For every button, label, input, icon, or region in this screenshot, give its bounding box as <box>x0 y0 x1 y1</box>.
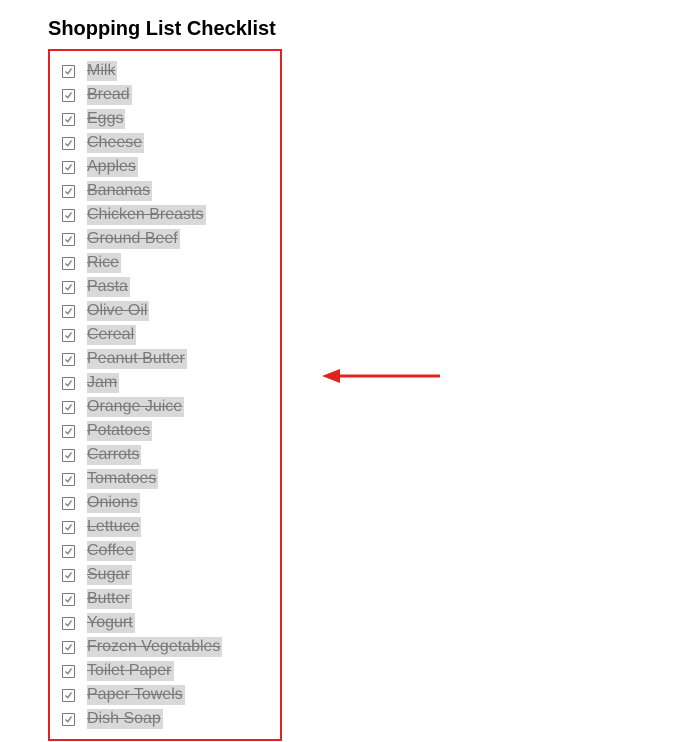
checkbox[interactable] <box>62 185 75 198</box>
checkbox[interactable] <box>62 329 75 342</box>
checkbox[interactable] <box>62 593 75 606</box>
page-title: Shopping List Checklist <box>48 18 686 41</box>
list-item: Pasta <box>62 275 262 299</box>
list-item-label: Cereal <box>87 325 136 345</box>
list-item: Cheese <box>62 131 262 155</box>
list-item: Dish Soap <box>62 707 262 731</box>
list-item: Olive Oil <box>62 299 262 323</box>
checkbox[interactable] <box>62 137 75 150</box>
list-item-label: Chicken Breasts <box>87 205 206 225</box>
checkbox[interactable] <box>62 353 75 366</box>
checkbox[interactable] <box>62 665 75 678</box>
checkbox[interactable] <box>62 377 75 390</box>
checkbox[interactable] <box>62 689 75 702</box>
list-item-label: Sugar <box>87 565 132 585</box>
list-item: Onions <box>62 491 262 515</box>
list-item-label: Carrots <box>87 445 141 465</box>
list-item-label: Toilet Paper <box>87 661 174 681</box>
checkbox[interactable] <box>62 569 75 582</box>
list-item-label: Lettuce <box>87 517 141 537</box>
list-item-label: Rice <box>87 253 121 273</box>
checkbox[interactable] <box>62 401 75 414</box>
checklist-container: Milk Bread Eggs Cheese Apples Bananas Chicken … <box>48 49 282 741</box>
checkbox[interactable] <box>62 425 75 438</box>
list-item: Lettuce <box>62 515 262 539</box>
list-item: Jam <box>62 371 262 395</box>
list-item-label: Bananas <box>87 181 152 201</box>
list-item: Potatoes <box>62 419 262 443</box>
list-item: Paper Towels <box>62 683 262 707</box>
list-item: Peanut Butter <box>62 347 262 371</box>
list-item-label: Bread <box>87 85 132 105</box>
list-item-label: Ground Beef <box>87 229 180 249</box>
list-item-label: Olive Oil <box>87 301 149 321</box>
list-item-label: Coffee <box>87 541 136 561</box>
list-item-label: Butter <box>87 589 132 609</box>
list-item-label: Eggs <box>87 109 125 129</box>
checkbox[interactable] <box>62 281 75 294</box>
list-item-label: Paper Towels <box>87 685 185 705</box>
checkbox[interactable] <box>62 65 75 78</box>
list-item-label: Potatoes <box>87 421 152 441</box>
list-item: Milk <box>62 59 262 83</box>
list-item: Ground Beef <box>62 227 262 251</box>
list-item: Coffee <box>62 539 262 563</box>
list-item: Sugar <box>62 563 262 587</box>
checkbox[interactable] <box>62 257 75 270</box>
list-item: Rice <box>62 251 262 275</box>
annotation-arrow <box>322 366 440 386</box>
checkbox[interactable] <box>62 713 75 726</box>
list-item-label: Frozen Vegetables <box>87 637 222 657</box>
checkbox[interactable] <box>62 521 75 534</box>
list-item: Butter <box>62 587 262 611</box>
list-item-label: Orange Juice <box>87 397 184 417</box>
list-item-label: Apples <box>87 157 138 177</box>
list-item-label: Pasta <box>87 277 130 297</box>
list-item: Chicken Breasts <box>62 203 262 227</box>
checkbox[interactable] <box>62 545 75 558</box>
list-item: Tomatoes <box>62 467 262 491</box>
checkbox[interactable] <box>62 449 75 462</box>
list-item: Frozen Vegetables <box>62 635 262 659</box>
list-item-label: Onions <box>87 493 140 513</box>
checkbox[interactable] <box>62 161 75 174</box>
checkbox[interactable] <box>62 305 75 318</box>
list-item-label: Cheese <box>87 133 144 153</box>
list-item: Toilet Paper <box>62 659 262 683</box>
list-item: Carrots <box>62 443 262 467</box>
checkbox[interactable] <box>62 617 75 630</box>
checkbox[interactable] <box>62 641 75 654</box>
list-item: Yogurt <box>62 611 262 635</box>
list-item: Bread <box>62 83 262 107</box>
checkbox[interactable] <box>62 497 75 510</box>
list-item: Orange Juice <box>62 395 262 419</box>
list-item-label: Tomatoes <box>87 469 158 489</box>
list-item-label: Yogurt <box>87 613 135 633</box>
list-item: Bananas <box>62 179 262 203</box>
list-item-label: Peanut Butter <box>87 349 187 369</box>
checkbox[interactable] <box>62 113 75 126</box>
checkbox[interactable] <box>62 473 75 486</box>
checkbox[interactable] <box>62 209 75 222</box>
checkbox[interactable] <box>62 89 75 102</box>
list-item: Eggs <box>62 107 262 131</box>
list-item-label: Dish Soap <box>87 709 163 729</box>
list-item: Apples <box>62 155 262 179</box>
list-item-label: Milk <box>87 61 117 81</box>
list-item-label: Jam <box>87 373 119 393</box>
list-item: Cereal <box>62 323 262 347</box>
checkbox[interactable] <box>62 233 75 246</box>
